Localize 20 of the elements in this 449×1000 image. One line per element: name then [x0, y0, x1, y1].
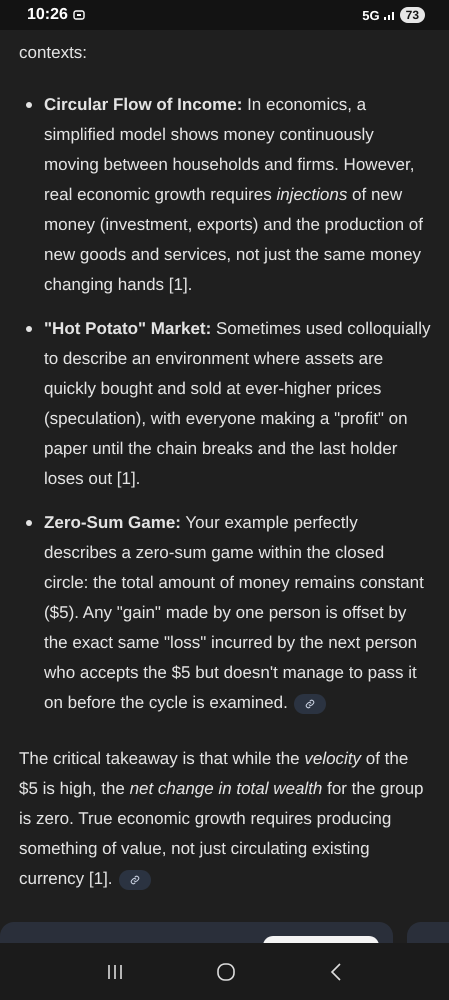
source-link-button[interactable] [118, 870, 151, 890]
bullet-dot [26, 326, 32, 332]
intro-text: contexts: [19, 42, 88, 64]
bullet-text: "Hot Potato" Market: Sometimes used colloquially to describe an environment where assets are quickly bought and sold at ever-higher prices (speculation), with everyone making a "profit" on paper until the chain breaks and the last holder loses out [1]. [44, 318, 431, 490]
bullet-dot [26, 102, 32, 108]
signal-icon [384, 10, 396, 20]
conclusion-text: The critical takeaway is that while the velocity of the $5 is high, the net change in total wealth for the group is zero. True economic growth requires producing something of value, not just circulating existing currency [1]. [19, 748, 425, 892]
back-icon[interactable] [328, 962, 343, 982]
link-icon [130, 874, 140, 885]
screenshot-icon [72, 9, 86, 21]
home-icon[interactable] [216, 962, 236, 982]
bullet-dot [26, 520, 32, 526]
status-time: 10:26 [27, 6, 68, 24]
network-type: 5G [362, 8, 380, 22]
source-link-button[interactable] [294, 694, 326, 714]
recent-apps-icon[interactable] [106, 962, 124, 980]
battery-level: 73 [400, 7, 425, 23]
bullet-text: Circular Flow of Income: In economics, a simplified model shows money continuously moving between households and firms. However, real economic growth requires injections of new money (investment, exports) and the production of new goods and services, not just the same money changing hands [1]. [44, 94, 424, 296]
link-icon [304, 698, 315, 709]
bullet-text: Zero-Sum Game: Your example perfectly describes a zero-sum game within the closed circle: the total amount of money remains constant ($5). Any "gain" made by one person is offset by the exact same "loss" incurred by the next person who accepts the $5 but doesn't manage to pass it on before the cycle is examined. [44, 512, 425, 716]
